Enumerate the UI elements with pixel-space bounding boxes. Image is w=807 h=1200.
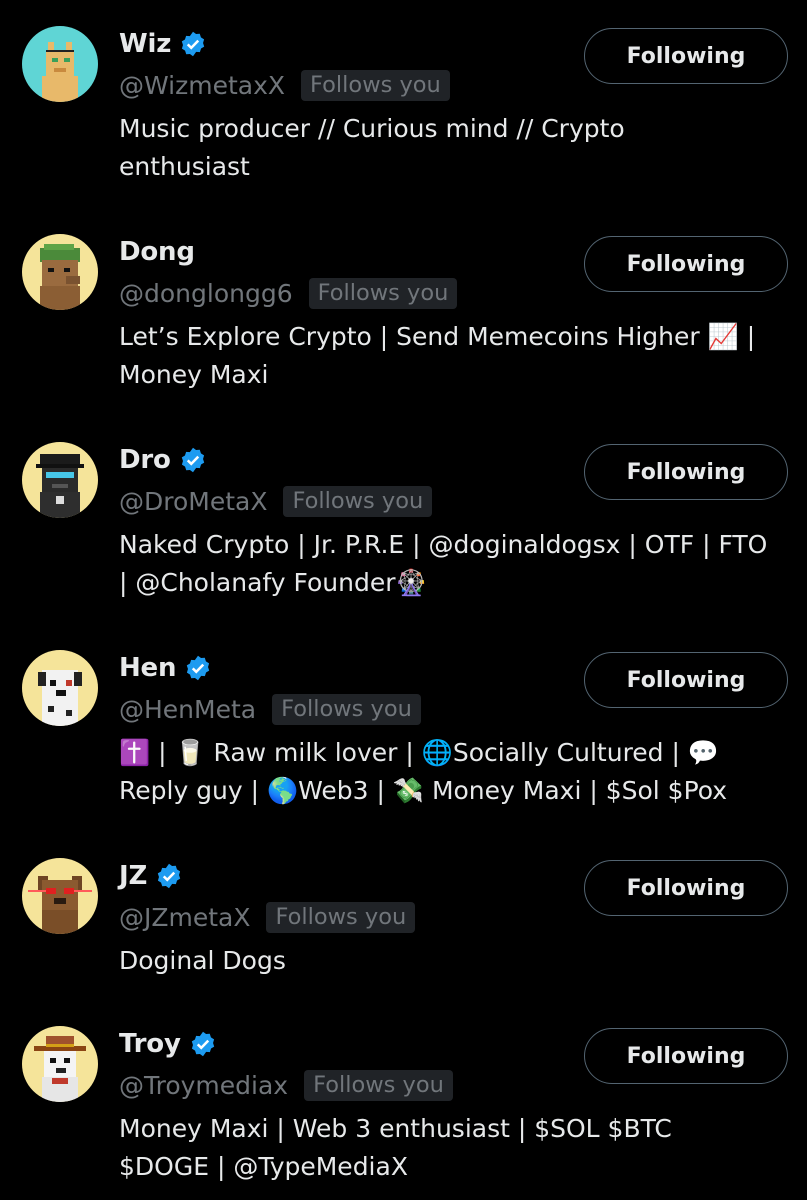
user-bio: Doginal Dogs — [119, 946, 286, 975]
user-handle[interactable]: @Troymediax — [119, 1071, 288, 1100]
following-button[interactable]: Following — [584, 1028, 788, 1084]
following-button[interactable]: Following — [584, 236, 788, 292]
user-bio: Music producer // Curious mind // Crypto… — [119, 114, 625, 181]
verified-badge-icon — [181, 31, 205, 57]
user-display-name[interactable]: JZ — [119, 861, 147, 891]
verified-badge-icon — [187, 655, 210, 681]
follows-you-badge: Follows you — [266, 901, 416, 933]
user-handle[interactable]: @donglongg6 — [119, 279, 293, 308]
verified-badge-icon — [157, 863, 181, 889]
following-button[interactable]: Following — [584, 652, 788, 708]
pixel-dog-cowboy-hat-avatar-icon[interactable] — [22, 1026, 98, 1102]
user-handle[interactable]: @WizmetaxX — [119, 71, 285, 100]
user-display-name[interactable]: Hen — [119, 653, 177, 683]
pixel-alpaca-avatar-icon[interactable] — [22, 26, 98, 102]
user-bio: Money Maxi | Web 3 enthusiast | $SOL $BT… — [119, 1114, 672, 1181]
user-display-name[interactable]: Dro — [119, 445, 171, 475]
follows-you-badge: Follows you — [272, 693, 421, 725]
user-bio: Let’s Explore Crypto | Send Memecoins Hi… — [119, 322, 756, 389]
follows-you-badge: Follows you — [301, 69, 450, 101]
user-bio: ✝️ | 🥛 Raw milk lover | 🌐Socially Cultur… — [119, 738, 728, 805]
verified-badge-icon — [181, 447, 204, 473]
user-display-name[interactable]: Wiz — [119, 29, 171, 59]
user-handle[interactable]: @HenMeta — [119, 695, 256, 724]
pixel-dog-laser-eyes-avatar-icon[interactable] — [22, 858, 98, 934]
follows-you-badge: Follows you — [304, 1069, 453, 1101]
pixel-dog-green-hair-avatar-icon[interactable] — [22, 234, 98, 310]
following-button[interactable]: Following — [584, 444, 788, 500]
follows-you-badge: Follows you — [283, 485, 433, 517]
pixel-dog-police-cap-avatar-icon[interactable] — [22, 442, 98, 518]
follows-you-badge: Follows you — [308, 277, 458, 309]
user-handle[interactable]: @JZmetaX — [119, 903, 250, 932]
following-button[interactable]: Following — [584, 860, 788, 916]
pixel-dalmatian-avatar-icon[interactable] — [22, 650, 98, 726]
verified-badge-icon — [191, 1031, 214, 1057]
user-display-name[interactable]: Troy — [119, 1029, 181, 1059]
user-display-name[interactable]: Dong — [119, 237, 195, 267]
user-bio: Naked Crypto | Jr. P.R.E | @doginaldogsx… — [119, 530, 768, 597]
following-button[interactable]: Following — [584, 28, 788, 84]
user-handle[interactable]: @DroMetaX — [119, 487, 267, 516]
